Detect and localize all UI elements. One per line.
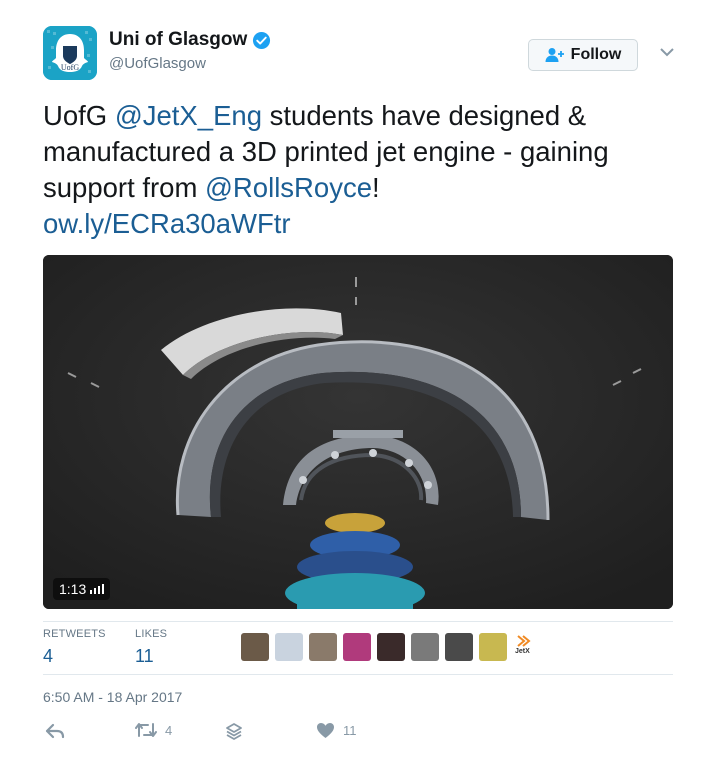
retweets-count: 4 <box>43 646 54 666</box>
likes-label: LIKES <box>135 628 168 640</box>
liker-avatar[interactable] <box>275 633 303 661</box>
avatar-text: UofG <box>61 63 79 72</box>
layers-icon <box>226 723 242 740</box>
heart-icon <box>317 723 334 738</box>
handle[interactable]: @UofGlasgow <box>109 55 271 72</box>
moments-button[interactable] <box>225 722 243 740</box>
liker-avatar[interactable] <box>241 633 269 661</box>
follow-label: Follow <box>570 46 622 63</box>
verified-badge-icon <box>253 31 271 49</box>
mention-link[interactable]: @RollsRoyce <box>205 172 372 203</box>
reply-icon <box>45 723 65 739</box>
mention-link[interactable]: @JetX_Eng <box>115 100 262 131</box>
video-duration-badge: 1:13 <box>53 578 111 600</box>
tweet-timestamp[interactable]: 6:50 AM - 18 Apr 2017 <box>43 689 182 705</box>
like-count: 11 <box>343 723 357 738</box>
display-name[interactable]: Uni of Glasgow <box>109 29 247 51</box>
liker-avatar[interactable]: JetX <box>513 633 541 661</box>
retweet-button[interactable]: 4 <box>135 722 172 738</box>
liker-avatar[interactable] <box>377 633 405 661</box>
divider <box>43 674 673 675</box>
follow-button[interactable]: Follow <box>528 39 638 71</box>
volume-bars-icon <box>90 584 105 594</box>
jetx-logo-icon <box>517 635 531 647</box>
add-user-icon <box>545 48 564 62</box>
liker-avatar[interactable] <box>309 633 337 661</box>
liker-avatar[interactable] <box>411 633 439 661</box>
video-duration: 1:13 <box>59 581 87 597</box>
tweet-actions: 4 11 <box>43 722 683 750</box>
url-link[interactable]: ow.ly/ECRa30aWFtr <box>43 208 291 239</box>
tweet-text-part: ! <box>372 172 380 203</box>
video-player[interactable] <box>43 255 673 609</box>
like-button[interactable]: 11 <box>316 722 357 739</box>
tweet-header: UofG Uni of Glasgow @UofGlasgow Follow <box>43 26 683 86</box>
liker-avatar[interactable] <box>479 633 507 661</box>
liker-avatar[interactable] <box>445 633 473 661</box>
liker-avatars: JetX <box>241 633 541 661</box>
reply-button[interactable] <box>45 722 65 740</box>
liker-avatar[interactable] <box>343 633 371 661</box>
divider <box>43 621 673 622</box>
retweet-count: 4 <box>165 722 173 738</box>
retweets-stat[interactable]: RETWEETS 4 <box>43 628 106 667</box>
tweet-text: UofG @JetX_Eng students have designed & … <box>43 98 683 242</box>
likes-count: 11 <box>135 646 154 666</box>
avatar[interactable]: UofG <box>43 26 97 80</box>
likes-stat[interactable]: LIKES 11 <box>135 628 167 667</box>
tweet-text-part: UofG <box>43 100 115 131</box>
chevron-down-icon[interactable] <box>657 42 677 62</box>
liker-avatar-text: JetX <box>515 648 530 655</box>
retweets-label: RETWEETS <box>43 628 106 640</box>
video-frame <box>43 255 673 609</box>
retweet-icon <box>135 723 157 737</box>
